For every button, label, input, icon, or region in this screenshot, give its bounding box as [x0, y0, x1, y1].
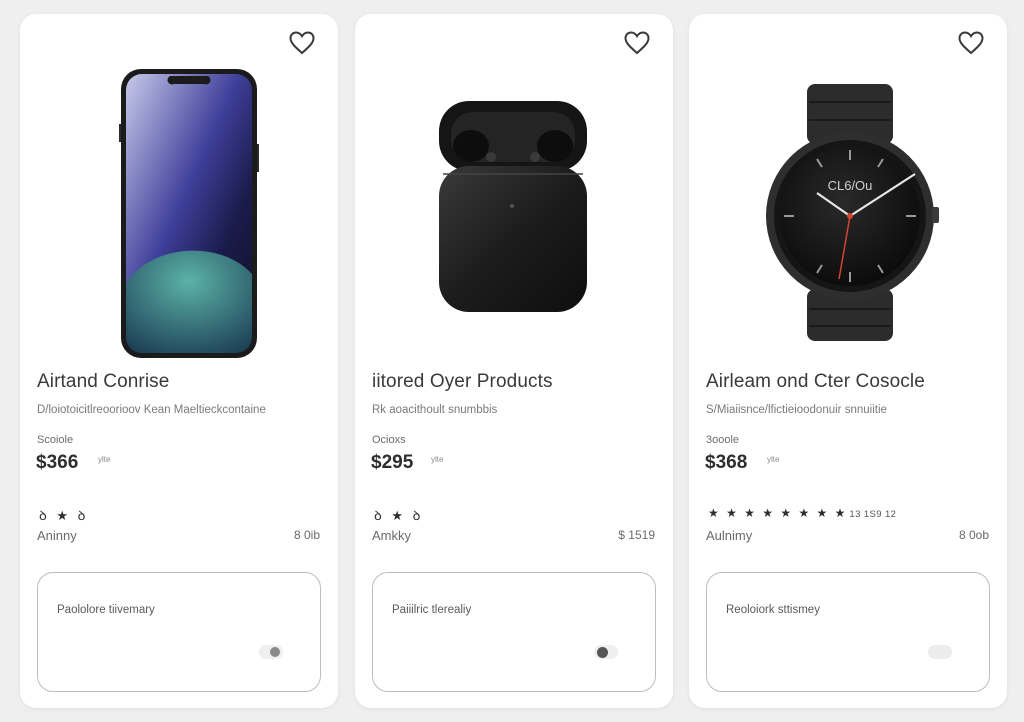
option-toggle[interactable] [594, 645, 618, 659]
product-subtitle: Scoiole [37, 434, 74, 446]
product-price: $366 [36, 452, 79, 473]
product-title[interactable]: iitored Oyer Products [372, 371, 553, 393]
rating-stars: ꝺ ★ ꝺ [374, 506, 425, 524]
product-price: $368 [705, 452, 748, 473]
panel-label: Paololore tiivemary [57, 604, 155, 616]
option-toggle[interactable] [928, 645, 952, 659]
product-grid: Airtand Conrise D/loiotoicitlreoorioov K… [0, 0, 1024, 722]
stock-value: 8 0ob [958, 528, 989, 542]
options-panel: Reoloiork sttismey [706, 572, 990, 692]
stock-value: $ 1519 [618, 528, 655, 542]
availability-label: Amkky [372, 528, 411, 543]
rating-count: 13 1S9 12 [849, 509, 897, 520]
product-image[interactable]: CL6/Ou [689, 64, 1007, 374]
option-toggle[interactable] [259, 645, 283, 659]
heart-icon [289, 31, 315, 55]
product-description: S/Miaiisnce/lfictieioodonuir snnuiitie [706, 404, 887, 416]
availability-label: Aninny [37, 528, 77, 543]
product-card[interactable]: iitored Oyer Products Rk aoacithoult snu… [355, 14, 673, 708]
toggle-knob [597, 646, 608, 658]
favorite-button[interactable] [623, 30, 651, 56]
heart-icon [624, 31, 650, 55]
favorite-button[interactable] [288, 30, 316, 56]
options-panel: Paololore tiivemary [37, 572, 321, 692]
product-image[interactable] [20, 64, 338, 374]
smartwatch-image: CL6/Ou [766, 84, 939, 341]
options-panel: Paiiilric tlerealiy [372, 572, 656, 692]
availability-label: Aulnimy [706, 528, 753, 543]
star-icons: ꝺ ★ ꝺ [39, 508, 89, 523]
rating-stars: ꝺ ★ ꝺ [39, 506, 90, 524]
toggle-knob [270, 647, 280, 657]
product-description: D/loiotoicitlreoorioov Kean Maeltieckcon… [37, 404, 266, 416]
earbuds-case-image [439, 101, 587, 312]
heart-icon [958, 31, 984, 55]
price-note: ylte [767, 455, 780, 464]
price-note: ylte [98, 455, 111, 464]
star-icons: ꝺ ★ ꝺ [374, 508, 424, 523]
star-icons: ★ ★ ★ ★ ★ ★ ★ ★ [708, 506, 848, 520]
product-description: Rk aoacithoult snumbbis [372, 404, 498, 416]
product-subtitle: 3ooole [706, 434, 740, 446]
stock-value: 8 0ib [293, 528, 320, 542]
product-title[interactable]: Airleam ond Cter Cosocle [706, 371, 925, 393]
panel-label: Paiiilric tlerealiy [392, 604, 472, 616]
smartphone-image [119, 69, 259, 358]
price-note: ylte [431, 455, 444, 464]
favorite-button[interactable] [957, 30, 985, 56]
product-title[interactable]: Airtand Conrise [37, 371, 169, 393]
product-price: $295 [371, 452, 414, 473]
watch-face-text: CL6/Ou [828, 178, 873, 193]
toggle-knob [940, 647, 950, 657]
product-card[interactable]: Airtand Conrise D/loiotoicitlreoorioov K… [20, 14, 338, 708]
panel-label: Reoloiork sttismey [726, 604, 820, 616]
product-image[interactable] [355, 64, 673, 374]
product-card[interactable]: CL6/Ou Airleam ond Cter Cosocle S/Miaiis… [689, 14, 1007, 708]
product-subtitle: Ocioxs [372, 434, 406, 446]
rating-stars: ★ ★ ★ ★ ★ ★ ★ ★ 13 1S9 12 [708, 506, 896, 520]
